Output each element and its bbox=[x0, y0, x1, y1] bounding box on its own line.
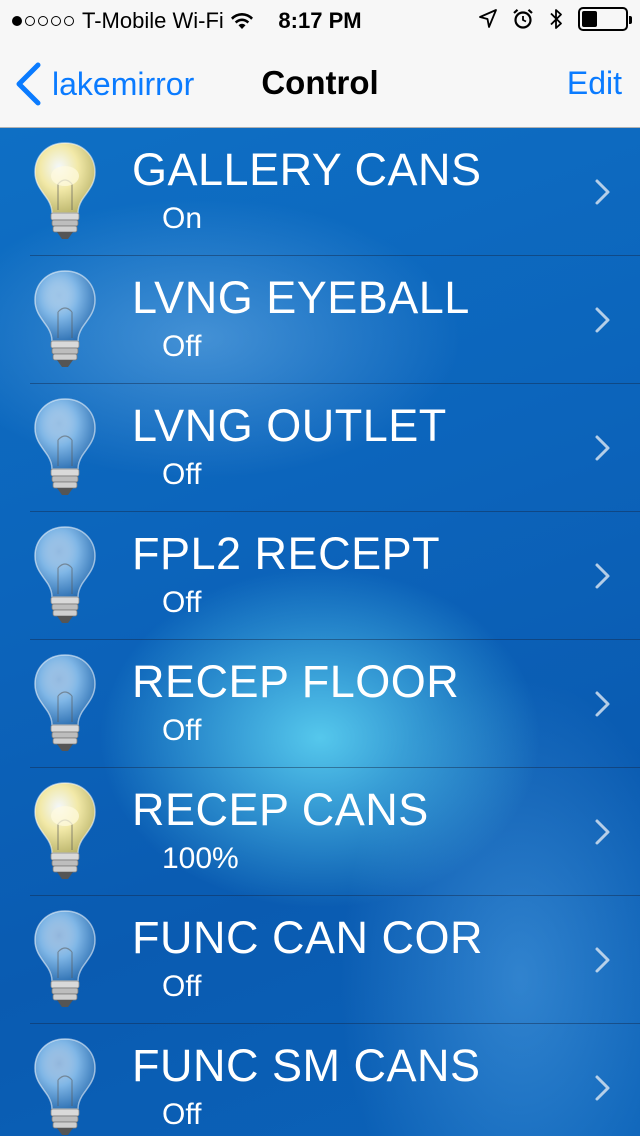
device-name: LVNG EYEBALL bbox=[132, 272, 470, 323]
device-row[interactable]: FUNC CAN COR Off bbox=[0, 896, 640, 1024]
battery-level bbox=[582, 11, 597, 27]
chevron-right-icon bbox=[595, 947, 610, 973]
lightbulb-off-icon bbox=[34, 654, 96, 751]
bluetooth-icon bbox=[550, 9, 562, 29]
device-row[interactable]: FUNC SM CANS Off bbox=[0, 1024, 640, 1136]
status-bar: T-Mobile Wi-Fi 8:17 PM bbox=[0, 0, 640, 40]
chevron-right-icon bbox=[595, 691, 610, 717]
device-status: Off bbox=[162, 586, 202, 619]
device-name: RECEP FLOOR bbox=[132, 656, 460, 707]
device-row[interactable]: LVNG OUTLET Off bbox=[0, 384, 640, 512]
device-name: FPL2 RECEPT bbox=[132, 528, 441, 579]
lightbulb-off-icon bbox=[34, 526, 96, 623]
device-status: Off bbox=[162, 714, 202, 747]
chevron-right-icon bbox=[595, 179, 610, 205]
alarm-icon bbox=[513, 8, 533, 29]
device-status: 100% bbox=[162, 842, 239, 875]
chevron-right-icon bbox=[595, 435, 610, 461]
edit-button[interactable]: Edit bbox=[567, 65, 622, 102]
battery-icon bbox=[578, 7, 632, 31]
lightbulb-on-icon bbox=[34, 782, 96, 879]
device-list: GALLERY CANS On LVNG EYEBALL Off LVNG OUTLET… bbox=[0, 128, 640, 1136]
location-icon bbox=[479, 9, 497, 28]
device-row[interactable]: GALLERY CANS On bbox=[0, 128, 640, 256]
chevron-right-icon bbox=[595, 307, 610, 333]
device-name: FUNC SM CANS bbox=[132, 1040, 481, 1091]
chevron-right-icon bbox=[595, 1075, 610, 1101]
device-status: Off bbox=[162, 330, 202, 363]
device-row[interactable]: RECEP CANS 100% bbox=[0, 768, 640, 896]
device-status: Off bbox=[162, 1098, 202, 1131]
status-right bbox=[478, 7, 632, 31]
device-row[interactable]: FPL2 RECEPT Off bbox=[0, 512, 640, 640]
device-name: LVNG OUTLET bbox=[132, 400, 447, 451]
device-status: Off bbox=[162, 970, 202, 1003]
lightbulb-off-icon bbox=[34, 398, 96, 495]
device-status: On bbox=[162, 202, 203, 235]
navigation-bar: lakemirror Control Edit bbox=[0, 40, 640, 128]
lightbulb-on-icon bbox=[34, 142, 96, 239]
lightbulb-off-icon bbox=[34, 910, 96, 1007]
device-name: RECEP CANS bbox=[132, 784, 429, 835]
page-title: Control bbox=[261, 64, 379, 101]
device-status: Off bbox=[162, 458, 202, 491]
device-name: GALLERY CANS bbox=[132, 144, 482, 195]
chevron-right-icon bbox=[595, 819, 610, 845]
chevron-right-icon bbox=[595, 563, 610, 589]
device-name: FUNC CAN COR bbox=[132, 912, 483, 963]
lightbulb-off-icon bbox=[34, 1038, 96, 1135]
device-row[interactable]: RECEP FLOOR Off bbox=[0, 640, 640, 768]
device-row[interactable]: LVNG EYEBALL Off bbox=[0, 256, 640, 384]
lightbulb-off-icon bbox=[34, 270, 96, 367]
